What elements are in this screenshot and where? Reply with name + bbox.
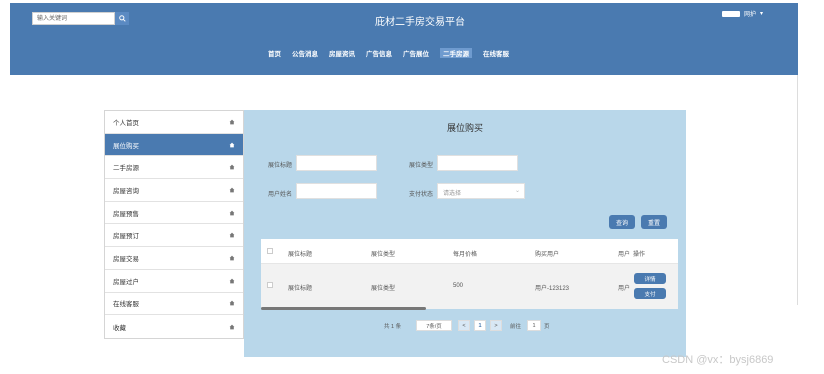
- header-cell: 每月价格: [453, 252, 478, 258]
- page-divider: [797, 75, 798, 305]
- sidebar-item-label: 房屋预订: [113, 233, 139, 241]
- table-cell: 展位类型: [371, 286, 396, 292]
- page-number[interactable]: 1: [474, 320, 486, 331]
- sidebar-item-label: 个人首页: [113, 119, 139, 127]
- sidebar-item-label: 房屋过户: [113, 278, 139, 286]
- search-button[interactable]: [115, 12, 129, 25]
- table-cell: 展位标题: [288, 286, 313, 292]
- user-name-input[interactable]: [296, 183, 377, 199]
- sidebar: 个人首页 展位购买 二手房源 房屋咨询 房屋预售 房屋预订 房屋交易 房屋过户 …: [104, 110, 244, 339]
- sidebar-item-trade[interactable]: 房屋交易: [105, 247, 243, 270]
- select-placeholder: 请选择: [443, 191, 462, 197]
- sidebar-item-consult[interactable]: 房屋咨询: [105, 179, 243, 202]
- user-menu[interactable]: 网护 ▾: [722, 9, 763, 18]
- horizontal-scrollbar[interactable]: [261, 307, 426, 310]
- nav-item-notice[interactable]: 公告消息: [292, 48, 318, 58]
- header-cell: 展位类型: [371, 252, 396, 258]
- home-icon: [229, 255, 235, 261]
- booth-title-label: 展位标题: [268, 163, 293, 169]
- table-cell: 用户-123123: [535, 286, 570, 292]
- chevron-down-icon: ⌄: [514, 188, 520, 194]
- main-nav: 首页 公告消息 房屋资讯 广告信息 广告展位 二手房源 在线客服: [268, 48, 509, 58]
- search-input[interactable]: 输入关键词: [32, 12, 115, 25]
- prev-page-button[interactable]: <: [458, 320, 470, 331]
- nav-item-ad-booth[interactable]: 广告展位: [403, 48, 429, 58]
- header-cell: 展位标题: [288, 252, 313, 258]
- site-title: 庇材二手房交易平台: [375, 17, 465, 28]
- pay-status-label: 支付状态: [409, 192, 434, 198]
- reset-button[interactable]: 重置: [641, 215, 667, 229]
- sidebar-item-label: 房屋交易: [113, 255, 139, 263]
- home-icon: [229, 210, 235, 215]
- query-button[interactable]: 查询: [609, 215, 635, 229]
- sidebar-item-label: 展位购买: [113, 142, 139, 150]
- nav-item-houses[interactable]: 二手房源: [440, 48, 472, 58]
- watermark: CSDN @vx：bysj6869: [662, 354, 774, 366]
- page-suffix: 页: [544, 323, 550, 330]
- sidebar-item-transfer[interactable]: 房屋过户: [105, 270, 243, 293]
- sidebar-item-label: 收藏: [113, 324, 126, 332]
- home-icon: [229, 278, 235, 284]
- page-title: 展位购买: [446, 123, 483, 133]
- nav-item-service[interactable]: 在线客服: [483, 48, 509, 58]
- table-header: 展位标题 展位类型 每月价格 购买用户 用户 操作: [261, 239, 678, 264]
- next-page-button[interactable]: >: [490, 320, 502, 331]
- booth-type-label: 展位类型: [409, 163, 434, 169]
- avatar: [722, 10, 740, 17]
- table-cell: 500: [453, 283, 464, 289]
- user-name-label: 用户姓名: [268, 192, 293, 198]
- home-icon: [229, 164, 235, 170]
- goto-page-input[interactable]: 1: [527, 320, 541, 331]
- home-icon: [229, 324, 235, 329]
- sidebar-item-presale[interactable]: 房屋预售: [105, 202, 243, 225]
- row-checkbox[interactable]: [267, 282, 273, 288]
- sidebar-item-booth-purchase[interactable]: 展位购买: [105, 133, 243, 157]
- booth-title-input[interactable]: [296, 155, 377, 171]
- nav-item-ads[interactable]: 广告信息: [366, 48, 392, 58]
- sidebar-item-label: 在线客服: [113, 301, 139, 309]
- header-cell: 操作: [633, 252, 646, 258]
- main-panel: 展位购买 展位标题 展位类型 用户姓名 支付状态 请选择 ⌄ 查询 重置 展位标题…: [244, 110, 686, 357]
- home-icon: [229, 300, 235, 306]
- home-icon: [229, 119, 235, 125]
- sidebar-item-favorites[interactable]: 收藏: [105, 315, 243, 338]
- page-size-select[interactable]: 7条/页: [416, 320, 452, 331]
- sidebar-item-label: 二手房源: [113, 165, 139, 173]
- sidebar-item-houses[interactable]: 二手房源: [105, 156, 243, 180]
- home-icon: [229, 187, 235, 193]
- pager-total: 共 1 条: [384, 323, 402, 330]
- booth-type-input[interactable]: [437, 155, 518, 171]
- table-row: 展位标题 展位类型 500 用户-123123 用户 详情 支付: [261, 264, 678, 309]
- table-cell: 用户: [618, 286, 631, 292]
- sidebar-item-booking[interactable]: 房屋预订: [105, 224, 243, 248]
- sidebar-item-label: 房屋预售: [113, 210, 139, 218]
- pay-status-select[interactable]: 请选择 ⌄: [437, 183, 525, 199]
- pay-button[interactable]: 支付: [634, 288, 666, 299]
- header-cell: 用户: [618, 252, 631, 258]
- nav-item-news[interactable]: 房屋资讯: [329, 48, 355, 58]
- sidebar-item-profile[interactable]: 个人首页: [105, 111, 243, 134]
- goto-label: 前往: [510, 323, 522, 330]
- detail-button[interactable]: 详情: [634, 273, 666, 284]
- data-table: 展位标题 展位类型 每月价格 购买用户 用户 操作 展位标题 展位类型 500 …: [261, 239, 678, 310]
- select-all-checkbox[interactable]: [267, 248, 273, 254]
- sidebar-item-service[interactable]: 在线客服: [105, 293, 243, 316]
- user-name: 网护: [744, 12, 757, 18]
- top-header: 输入关键词 庇材二手房交易平台 网护 ▾ 首页 公告消息 房屋资讯 广告信息 广…: [10, 3, 798, 75]
- header-cell: 购买用户: [535, 252, 560, 258]
- home-icon: [229, 142, 235, 147]
- home-icon: [229, 232, 235, 238]
- search-icon: [118, 15, 126, 22]
- sidebar-item-label: 房屋咨询: [113, 187, 139, 195]
- chevron-down-icon: ▾: [760, 11, 764, 17]
- nav-item-home[interactable]: 首页: [268, 48, 281, 58]
